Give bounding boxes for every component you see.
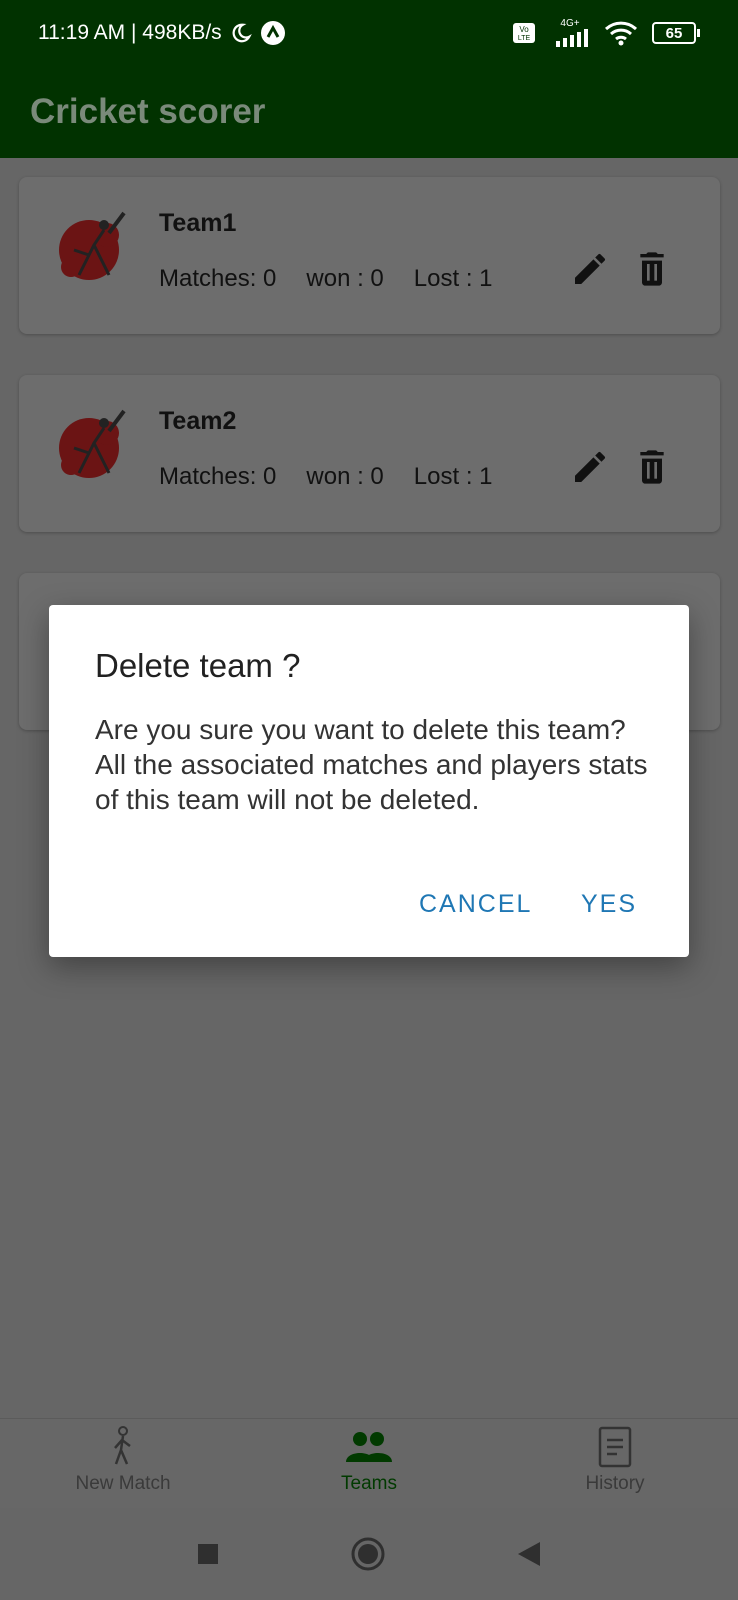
team-name: Team1 [159,209,237,237]
people-icon [346,1432,392,1462]
home-icon[interactable] [350,1536,386,1572]
signal-icon: 4G+ [550,19,590,47]
delete-icon[interactable] [632,445,672,489]
app-bar: Cricket scorer [0,66,738,158]
won-count: won : 0 [306,463,384,490]
wifi-icon [604,21,638,46]
edit-icon[interactable] [570,447,610,487]
moon-icon [232,23,252,43]
volte-icon: VoLTE [513,23,535,43]
cricket-player-logo [59,211,126,280]
svg-text:LTE: LTE [518,35,531,42]
lost-count: Lost : 1 [413,265,493,292]
app-notification-icon [260,21,285,45]
svg-text:Vo: Vo [519,25,529,34]
network-type: 4G+ [560,18,580,29]
matches-count: Matches: 0 [159,463,277,490]
nav-item-new-match[interactable]: New Match [0,1419,246,1508]
nav-label: Teams [341,1473,397,1494]
matches-count: Matches: 0 [159,265,277,292]
dialog-message: Are you sure you want to delete this tea… [95,714,656,815]
status-time: 11:19 AM | 498KB/s [38,21,222,44]
walking-person-icon [114,1426,131,1465]
team-stats: Matches: 0 won : 0 Lost : 1 [159,463,493,491]
won-count: won : 0 [306,265,384,292]
system-navigation-bar [0,1508,738,1600]
yes-button[interactable]: YES [581,890,637,919]
nav-label: New Match [75,1473,171,1494]
nav-item-history[interactable]: History [492,1419,738,1508]
nav-item-teams[interactable]: Teams [246,1419,492,1508]
battery-level: 65 [665,24,683,42]
delete-team-dialog: Delete team ? Are you sure you want to d… [49,605,689,957]
cricket-player-logo [59,409,126,478]
battery-icon: 65 [652,22,700,44]
team-name: Team2 [159,407,237,435]
team-card[interactable]: Team2 Matches: 0 won : 0 Lost : 1 [19,375,720,532]
lost-count: Lost : 1 [413,463,493,490]
nav-label: History [585,1473,645,1494]
edit-icon[interactable] [570,249,610,289]
recent-apps-icon[interactable] [196,1542,220,1566]
document-icon [598,1426,632,1468]
status-bar: 11:19 AM | 498KB/s Vo LTE 4G+ 65 [0,0,738,66]
cancel-button[interactable]: CANCEL [419,890,532,919]
bottom-navigation: New Match Teams History [0,1418,738,1508]
team-stats: Matches: 0 won : 0 Lost : 1 [159,265,493,293]
dialog-title: Delete team ? [95,647,301,684]
team-card[interactable]: Team1 Matches: 0 won : 0 Lost : 1 [19,177,720,334]
delete-icon[interactable] [632,247,672,291]
app-title: Cricket scorer [30,92,266,131]
back-icon[interactable] [516,1540,542,1568]
